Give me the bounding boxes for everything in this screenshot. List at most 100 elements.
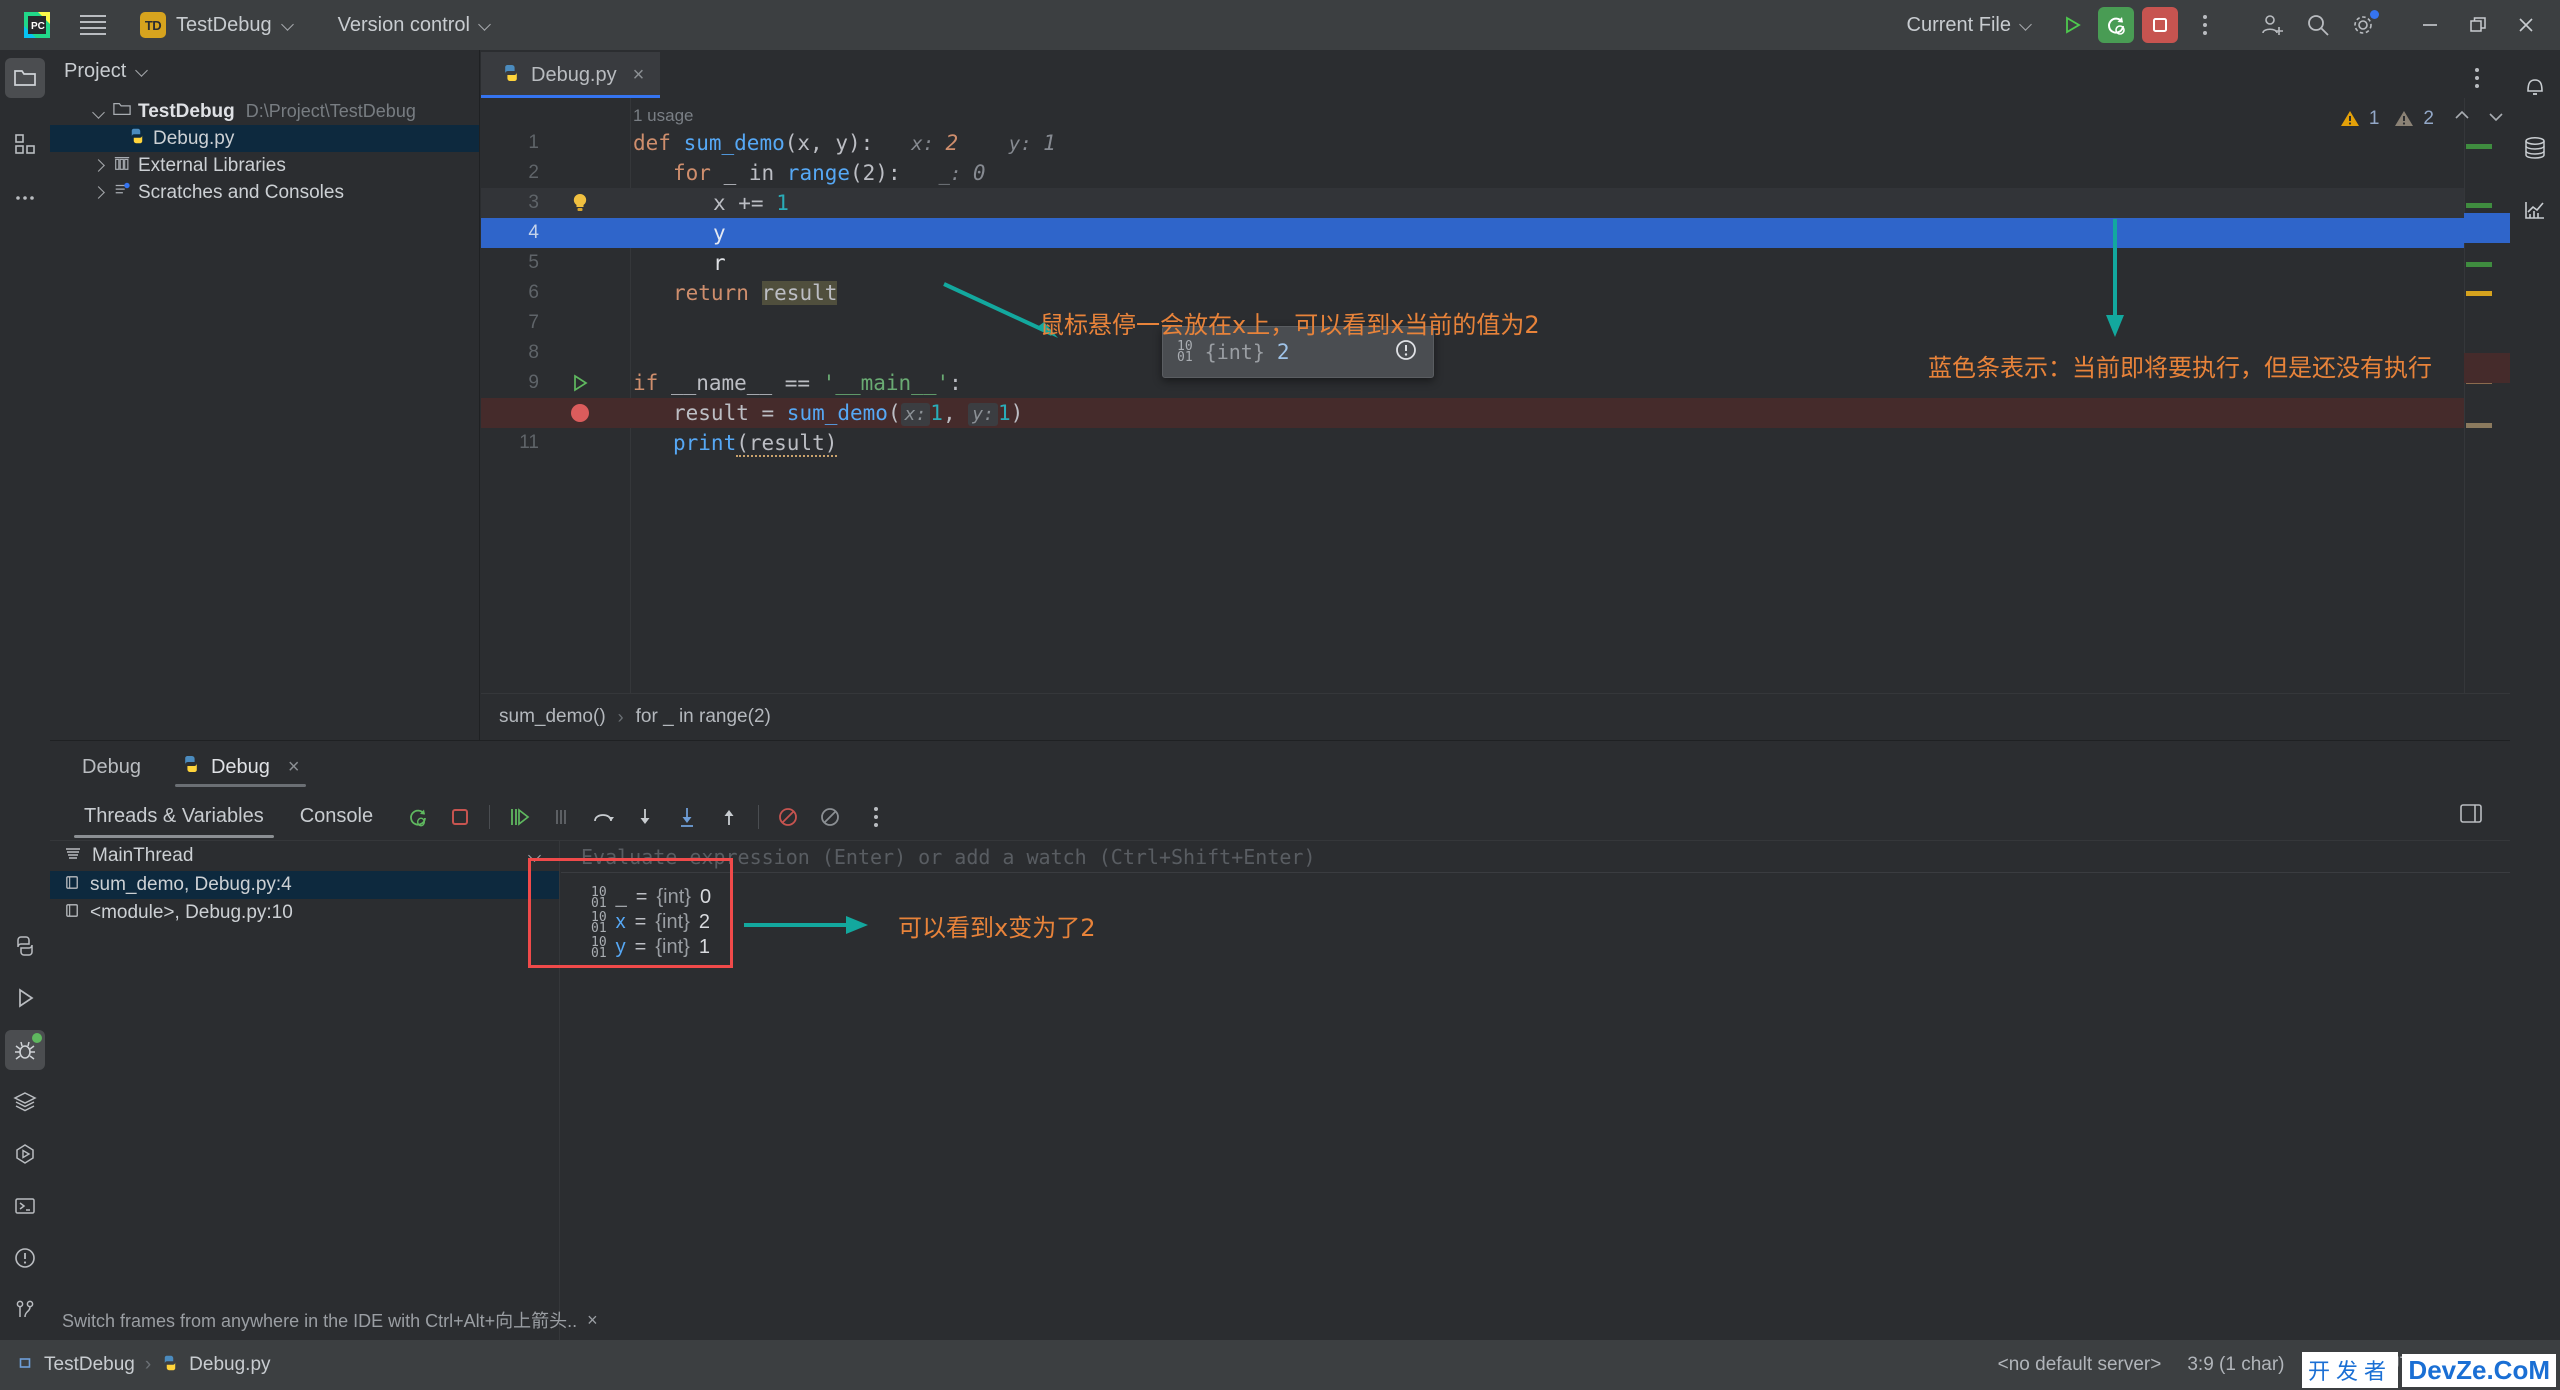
- tab-threads-variables[interactable]: Threads & Variables: [66, 793, 282, 841]
- line-number: 11: [519, 432, 539, 453]
- tab-console[interactable]: Console: [282, 793, 391, 841]
- database-icon[interactable]: [2515, 128, 2555, 168]
- debug-tab-title: Debug: [66, 741, 157, 793]
- terminal-icon[interactable]: [5, 1186, 45, 1226]
- folder-icon: [113, 100, 131, 124]
- stop-button[interactable]: [2142, 7, 2178, 43]
- code-text: r: [713, 251, 726, 275]
- breadcrumb-item-function[interactable]: sum_demo(): [499, 706, 606, 728]
- status-file-name[interactable]: Debug.py: [189, 1354, 270, 1376]
- editor-tab-debug-py[interactable]: Debug.py ×: [481, 52, 661, 98]
- tree-node-testdebug[interactable]: TestDebug D:\Project\TestDebug: [50, 98, 479, 125]
- more-vertical-icon[interactable]: [2188, 7, 2222, 43]
- tooltip-type: {int}: [1204, 340, 1265, 364]
- info-circle-icon[interactable]: [1393, 337, 1419, 368]
- search-icon[interactable]: [2298, 5, 2338, 45]
- step-into-icon[interactable]: [628, 800, 662, 834]
- python-packages-icon[interactable]: [5, 926, 45, 966]
- status-caret-position[interactable]: 3:9 (1 char): [2187, 1354, 2284, 1376]
- left-tool-strip: [0, 50, 50, 1340]
- code-line-1: 1 def sum_demo(x, y): x: 2 y: 1: [481, 128, 2510, 158]
- more-vertical-icon[interactable]: [2460, 60, 2494, 96]
- close-icon[interactable]: ×: [587, 1310, 598, 1331]
- commit-icon[interactable]: [5, 124, 45, 164]
- project-tool-window: Project TestDebug D:\Project\TestDebug D…: [50, 50, 480, 740]
- tree-node-external-libraries[interactable]: External Libraries: [50, 152, 479, 179]
- step-out-icon[interactable]: [712, 800, 746, 834]
- project-panel-header[interactable]: Project: [50, 50, 479, 92]
- layout-settings-icon[interactable]: [2458, 801, 2484, 832]
- weak-warning-icon: [2395, 110, 2414, 126]
- debug-icon[interactable]: [5, 1030, 45, 1070]
- debug-tool-window: Debug Debug × Threads & Variables Consol…: [50, 740, 2510, 1341]
- git-branch-icon[interactable]: [5, 1290, 45, 1330]
- rerun-debug-icon[interactable]: [401, 800, 435, 834]
- notifications-bell-icon[interactable]: [2515, 66, 2555, 106]
- more-dots-icon[interactable]: [5, 178, 45, 218]
- close-button[interactable]: [2502, 0, 2550, 50]
- resume-icon[interactable]: [502, 800, 536, 834]
- project-folder-icon[interactable]: [5, 58, 45, 98]
- debug-session-tab[interactable]: Debug ×: [165, 741, 316, 793]
- stripe-mark-green: [2466, 203, 2492, 208]
- chevron-down-icon[interactable]: [136, 65, 148, 77]
- main-menu-button[interactable]: [80, 0, 106, 50]
- breadcrumb-item-loop[interactable]: for _ in range(2): [636, 706, 771, 728]
- tree-node-scratches[interactable]: Scratches and Consoles: [50, 179, 479, 206]
- previous-problem-icon[interactable]: [2452, 106, 2472, 131]
- frames-panel: MainThread sum_demo, Debug.py:4 <module>…: [50, 841, 560, 1341]
- mute-breakpoints-icon[interactable]: [771, 800, 805, 834]
- status-project-name[interactable]: TestDebug: [44, 1354, 135, 1376]
- stop-icon[interactable]: [443, 800, 477, 834]
- tree-node-label: TestDebug: [138, 100, 235, 122]
- debug-rerun-button[interactable]: [2098, 7, 2134, 43]
- close-icon[interactable]: ×: [288, 756, 300, 779]
- line-number: 2: [528, 162, 539, 183]
- stripe-mark-weak: [2466, 423, 2492, 428]
- settings-icon[interactable]: [2344, 5, 2384, 45]
- problems-icon[interactable]: [5, 1238, 45, 1278]
- frame-row-sum-demo[interactable]: sum_demo, Debug.py:4: [50, 871, 559, 899]
- module-icon: [18, 1355, 34, 1376]
- binary-variable-icon: 10 01: [1177, 339, 1193, 365]
- chevron-down-icon[interactable]: [92, 105, 106, 119]
- param-hint-y: y:: [968, 403, 998, 426]
- structure-icon[interactable]: [5, 1134, 45, 1174]
- frame-row-module[interactable]: <module>, Debug.py:10: [50, 899, 559, 927]
- code-number: 1: [997, 401, 1011, 425]
- chevron-right-icon[interactable]: [92, 159, 106, 173]
- account-icon[interactable]: [2252, 5, 2292, 45]
- tree-node-debug-py[interactable]: Debug.py: [50, 125, 479, 152]
- profiler-chart-icon[interactable]: [2515, 190, 2555, 230]
- services-icon[interactable]: [5, 1082, 45, 1122]
- code-editor[interactable]: 1 2 1 usage 1 def sum_demo(x, y): x: 2 y…: [481, 98, 2510, 693]
- tree-node-label: Scratches and Consoles: [138, 181, 344, 203]
- line-number: 7: [528, 312, 539, 333]
- inspections-widget[interactable]: 1 2: [2339, 106, 2506, 131]
- minimize-button[interactable]: [2406, 0, 2454, 50]
- project-selector[interactable]: TD TestDebug: [132, 8, 302, 42]
- evaluate-expression-input[interactable]: Evaluate expression (Enter) or add a wat…: [561, 841, 2510, 873]
- more-vertical-icon[interactable]: [859, 799, 893, 835]
- status-bar-left: TestDebug › Debug.py: [18, 1354, 271, 1377]
- line-number: 10: [481, 398, 539, 428]
- run-icon[interactable]: [5, 978, 45, 1018]
- toolbar-divider: [489, 804, 491, 829]
- run-button[interactable]: [2054, 7, 2090, 43]
- force-step-into-icon[interactable]: [670, 800, 704, 834]
- thread-icon: [64, 845, 82, 868]
- stripe-mark-green: [2466, 144, 2492, 149]
- run-configuration-selector[interactable]: Current File: [1907, 14, 2032, 37]
- thread-row[interactable]: MainThread: [50, 841, 559, 871]
- close-icon[interactable]: ×: [633, 64, 645, 87]
- code-line-6: 6 return result: [481, 278, 2510, 308]
- step-over-icon[interactable]: [586, 800, 620, 834]
- view-breakpoints-icon[interactable]: [813, 800, 847, 834]
- restore-button[interactable]: [2454, 0, 2502, 50]
- usage-hint[interactable]: 1 usage: [633, 106, 694, 126]
- chevron-right-icon[interactable]: [92, 186, 106, 200]
- status-default-server[interactable]: <no default server>: [1998, 1354, 2162, 1376]
- next-problem-icon[interactable]: [2486, 106, 2506, 131]
- version-control-selector[interactable]: Version control: [330, 10, 499, 41]
- error-stripe-gutter[interactable]: [2464, 98, 2510, 693]
